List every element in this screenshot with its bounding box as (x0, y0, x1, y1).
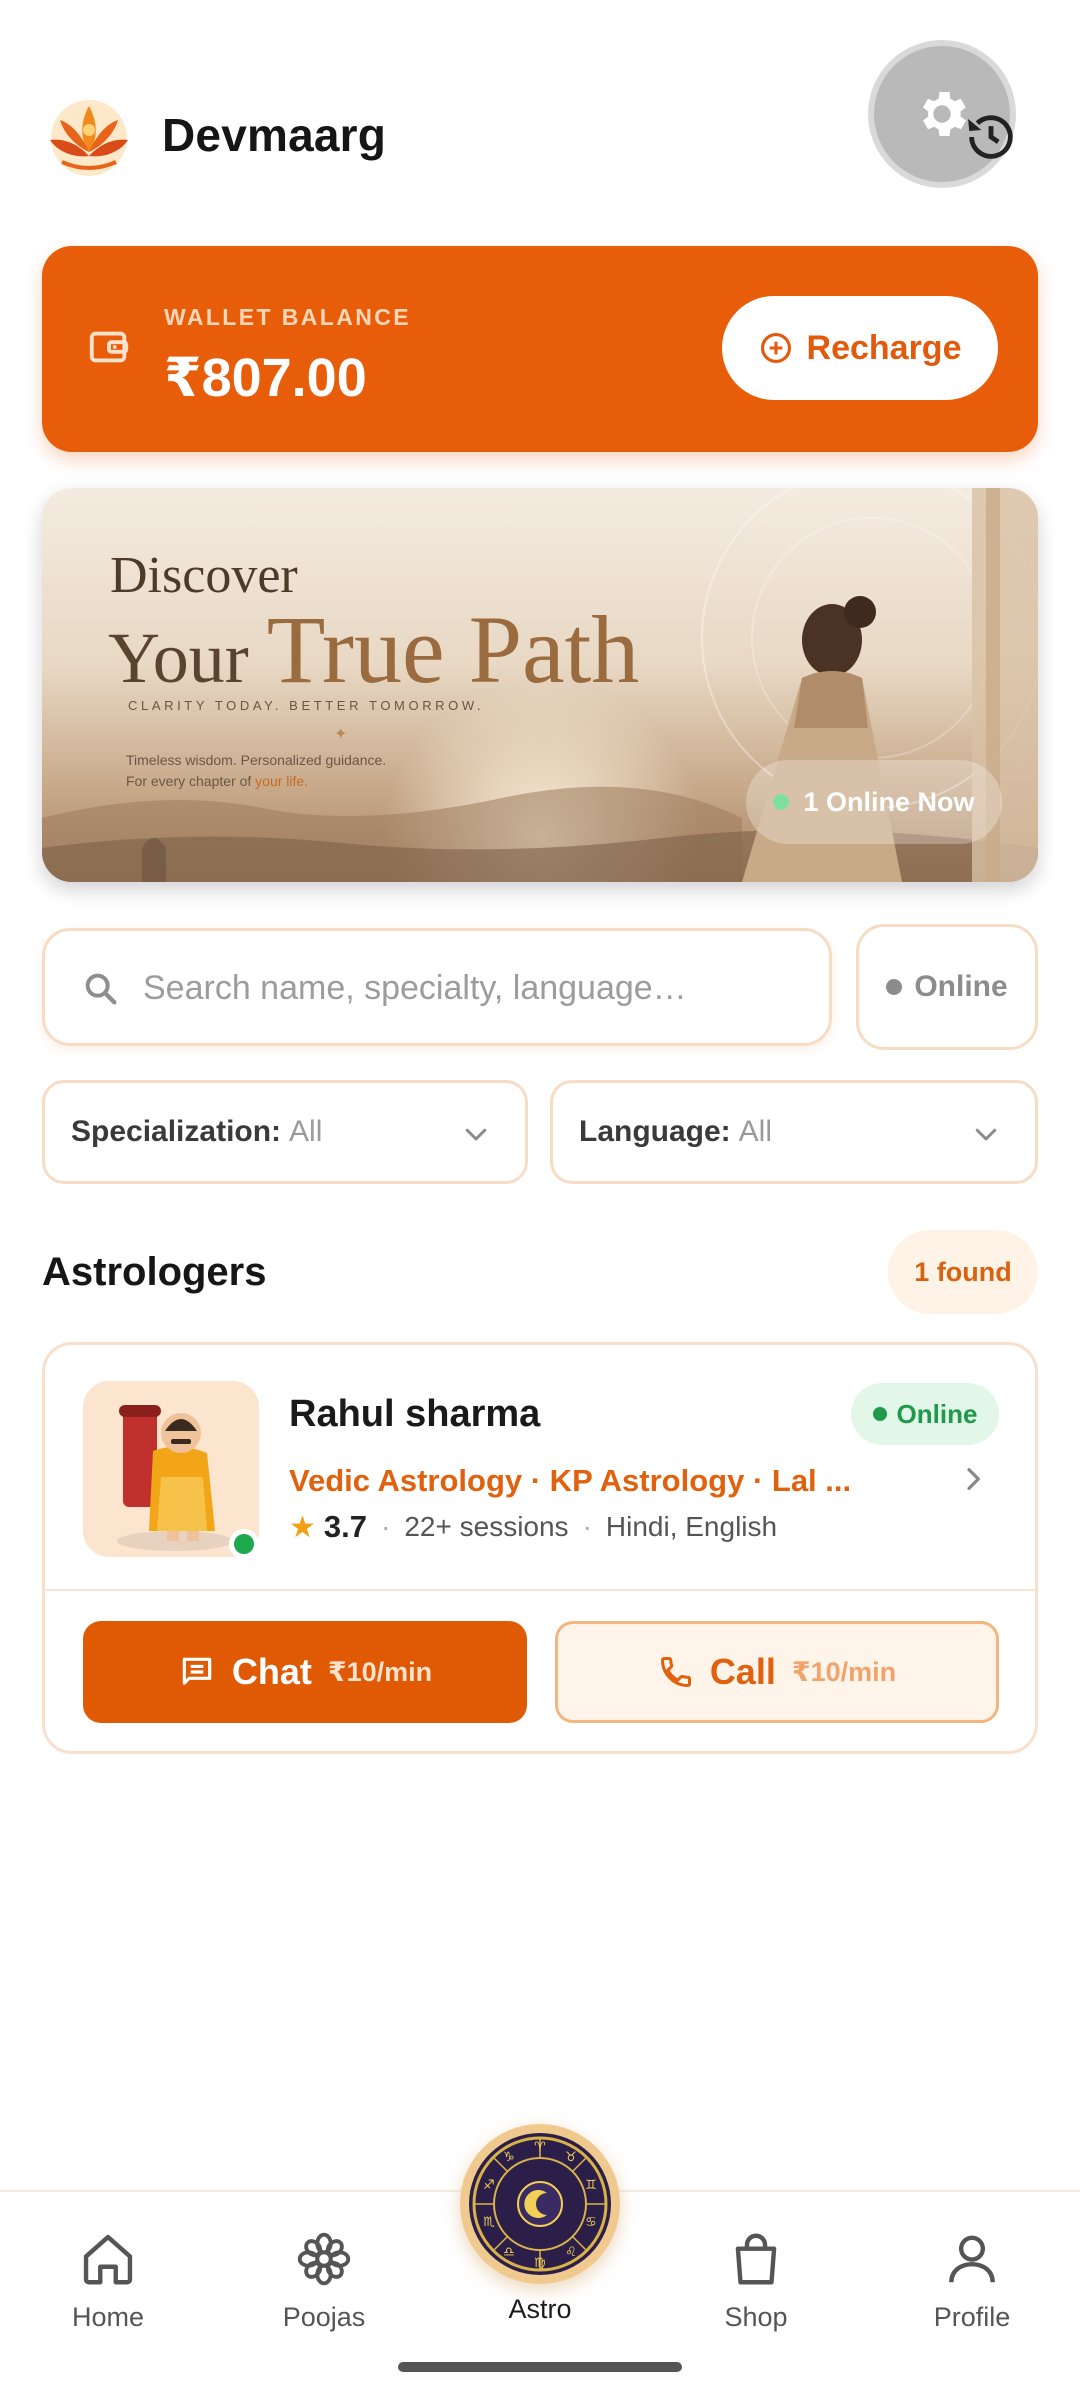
status-badge: Online (851, 1383, 999, 1445)
svg-text:♏: ♏ (483, 2215, 495, 2230)
chat-button[interactable]: Chat ₹10/min (83, 1621, 527, 1723)
lotus-logo-icon (42, 92, 136, 186)
chevron-right-icon[interactable] (957, 1463, 989, 1495)
online-status-dot (229, 1529, 259, 1559)
nav-label-profile: Profile (933, 2302, 1011, 2332)
app-title: Devmaarg (162, 109, 387, 161)
nav-label-poojas: Poojas (282, 2302, 366, 2332)
online-now-pill[interactable]: 1 Online Now (746, 760, 1002, 844)
language-label: Language: (579, 1115, 731, 1148)
online-filter-toggle[interactable]: Online (856, 924, 1038, 1050)
banner-subtext-1: Timeless wisdom. Personalized guidance. (126, 752, 387, 768)
banner-headline-true-path: True Path (266, 596, 640, 703)
nav-item-profile[interactable]: Profile (882, 2228, 1062, 2333)
recharge-label: Recharge (806, 328, 962, 367)
sparkle-icon: ✦ (334, 726, 348, 743)
chat-price: ₹10/min (327, 1656, 433, 1687)
astrologer-meta: ★ 3.7 · 22+ sessions · Hindi, English (289, 1509, 777, 1545)
astrologer-card[interactable]: Rahul sharma Online Vedic Astrology · KP… (42, 1342, 1038, 1754)
nav-label-home: Home (71, 2302, 145, 2332)
call-price: ₹10/min (791, 1656, 897, 1687)
svg-text:♉: ♉ (565, 2150, 577, 2165)
languages: Hindi, English (605, 1511, 778, 1542)
user-icon (949, 2235, 995, 2283)
zodiac-wheel-icon: ♈ ♉ ♊ ♋ ♌ ♍ ♎ ♏ ♐ ♑ (469, 2133, 611, 2275)
home-icon (83, 2234, 133, 2285)
shopping-bag-icon (735, 2233, 777, 2285)
banner-subtext-2a: For every chapter of (126, 773, 252, 789)
chat-label: Chat (231, 1651, 312, 1692)
online-dot (872, 1407, 887, 1421)
nav-label-astro: Astro (508, 2294, 572, 2324)
svg-text:♐: ♐ (483, 2178, 495, 2193)
history-icon[interactable] (962, 108, 1020, 166)
call-label: Call (709, 1651, 776, 1692)
svg-text:♊: ♊ (585, 2178, 597, 2193)
separator-dot: · (381, 1511, 391, 1542)
plus-circle-icon (760, 332, 791, 364)
online-dot (773, 794, 790, 810)
home-indicator (398, 2362, 682, 2372)
promo-banner[interactable]: Discover Your True Path CLARITY TODAY. B… (42, 488, 1038, 882)
status-label: Online (896, 1398, 978, 1429)
nav-item-astro[interactable]: ♈ ♉ ♊ ♋ ♌ ♍ ♎ ♏ ♐ ♑ (460, 2124, 620, 2284)
online-now-label: 1 Online Now (803, 786, 975, 817)
wallet-balance-label: WALLET BALANCE (164, 304, 411, 330)
session-count: 22+ sessions (404, 1511, 569, 1542)
banner-headline-your: Your (108, 618, 249, 698)
svg-text:♌: ♌ (565, 2245, 577, 2260)
phone-icon (660, 1657, 691, 1688)
star-icon: ★ (289, 1510, 316, 1544)
wallet-card: WALLET BALANCE ₹807.00 Recharge (42, 246, 1038, 452)
svg-text:♑: ♑ (503, 2150, 515, 2165)
banner-headline-line2: Your True Path (108, 594, 639, 705)
separator-dot: · (582, 1511, 592, 1542)
avatar (83, 1381, 259, 1557)
svg-text:♈: ♈ (534, 2140, 546, 2155)
wallet-icon (86, 324, 132, 370)
language-dropdown[interactable]: Language: All (550, 1080, 1038, 1184)
specialization-dropdown[interactable]: Specialization: All (42, 1080, 528, 1184)
astrologer-specialties: Vedic Astrology · KP Astrology · Lal ... (289, 1463, 849, 1498)
chevron-down-icon (975, 1128, 997, 1141)
wallet-balance-amount: ₹807.00 (164, 348, 367, 408)
search-input[interactable] (143, 963, 803, 1013)
nav-label-shop: Shop (724, 2302, 788, 2332)
recharge-button[interactable]: Recharge (722, 296, 998, 400)
banner-tagline: CLARITY TODAY. BETTER TOMORROW. (128, 698, 485, 713)
astrologer-name: Rahul sharma (289, 1393, 541, 1435)
specialization-value: All (289, 1115, 323, 1148)
specialization-label: Specialization: (71, 1115, 282, 1148)
flower-icon (297, 2232, 351, 2286)
language-value: All (738, 1115, 773, 1148)
chevron-down-icon (465, 1128, 487, 1141)
results-count-badge: 1 found (888, 1230, 1038, 1314)
svg-text:♋: ♋ (585, 2215, 597, 2230)
card-divider (45, 1589, 1035, 1591)
rating-value: 3.7 (323, 1509, 368, 1544)
nav-item-shop[interactable]: Shop (666, 2228, 846, 2333)
call-button[interactable]: Call ₹10/min (555, 1621, 999, 1723)
online-filter-label: Online (914, 970, 1008, 1003)
section-title: Astrologers (42, 1250, 267, 1294)
nav-item-poojas[interactable]: Poojas (234, 2228, 414, 2333)
banner-subtext-2: For every chapter of your life. (126, 773, 308, 789)
svg-text:♎: ♎ (503, 2245, 515, 2260)
svg-text:♍: ♍ (534, 2256, 546, 2271)
search-bar[interactable] (42, 928, 832, 1046)
banner-subtext-2b: your life. (255, 773, 309, 789)
nav-item-home[interactable]: Home (18, 2228, 198, 2333)
search-icon (81, 969, 121, 1009)
status-dot (886, 979, 903, 995)
chat-icon (182, 1657, 212, 1685)
